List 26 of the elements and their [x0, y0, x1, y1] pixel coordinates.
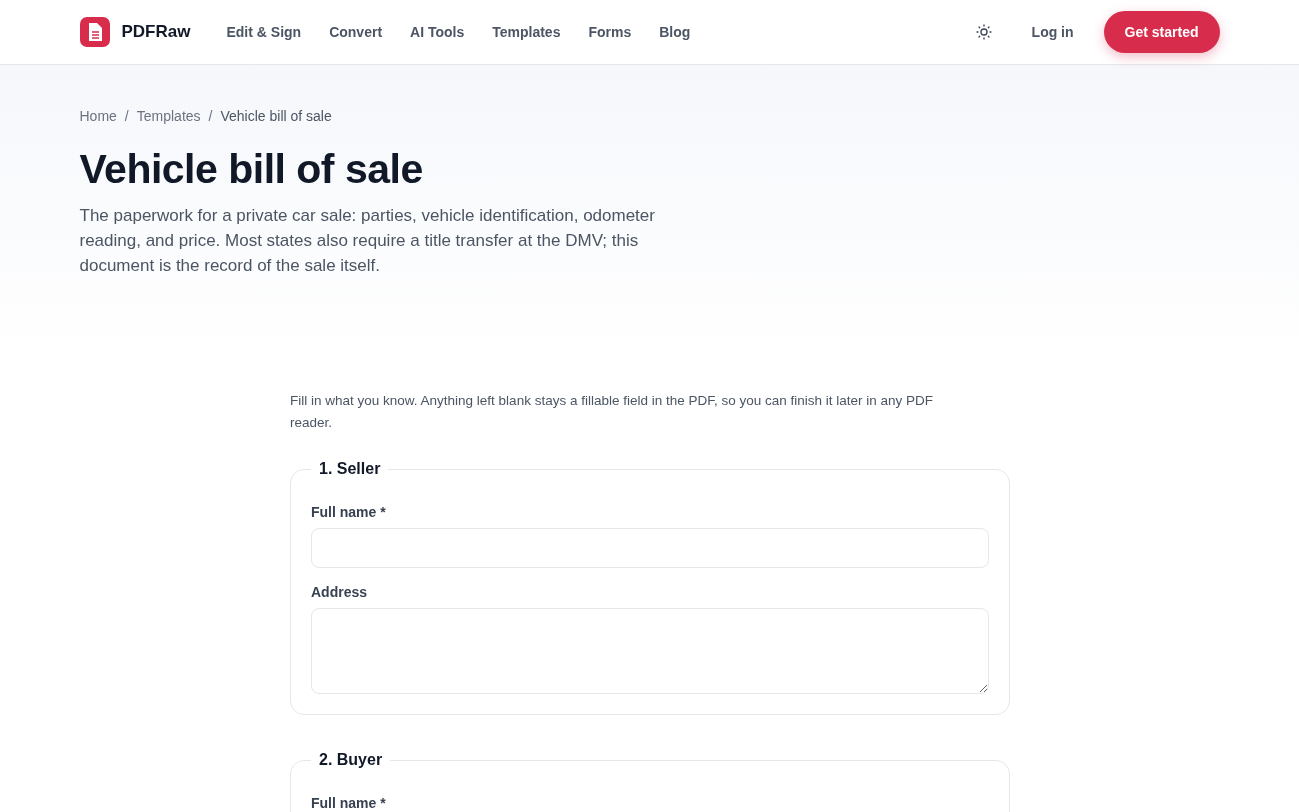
textarea-field[interactable]	[311, 608, 989, 694]
nav-link[interactable]: Edit & Sign	[226, 24, 302, 40]
nav-link[interactable]: Templates	[492, 24, 561, 40]
nav-link[interactable]: AI Tools	[410, 24, 465, 40]
form-intro: Fill in what you know. Anything left blank stays a fillable field in the PDF, so you can finish it later in any PDF reader.	[290, 392, 935, 432]
field-label: Full name *	[311, 795, 387, 811]
login-link[interactable]: Log in	[1031, 24, 1074, 40]
brand-name[interactable]: PDFRaw	[121, 22, 191, 42]
field-label: Full name *	[311, 504, 387, 520]
section-title: 1. Seller	[318, 460, 382, 478]
nav-link[interactable]: Convert	[329, 24, 383, 40]
breadcrumb-link[interactable]: Templates	[136, 108, 201, 124]
breadcrumb-current: Vehicle bill of sale	[220, 108, 332, 124]
nav-link[interactable]: Blog	[659, 24, 691, 40]
nav-link[interactable]: Forms	[588, 24, 632, 40]
page-description: The paperwork for a private car sale: parties, vehicle identification, odometer reading, and price. Most states also require a title transfer at the DMV; this document is the record of the sale itself.	[79, 205, 656, 277]
breadcrumb-separator: /	[124, 108, 129, 124]
get-started-button[interactable]: Get started	[1103, 11, 1220, 53]
section-title: 2. Buyer	[318, 751, 384, 769]
field-label: Address	[311, 584, 369, 600]
page-title: Vehicle bill of sale	[79, 146, 423, 193]
breadcrumb-link[interactable]: Home	[79, 108, 117, 124]
document-logo-icon	[79, 17, 110, 47]
sun-icon[interactable]	[975, 24, 992, 40]
text-field[interactable]	[311, 528, 989, 568]
breadcrumb-separator: /	[208, 108, 213, 124]
